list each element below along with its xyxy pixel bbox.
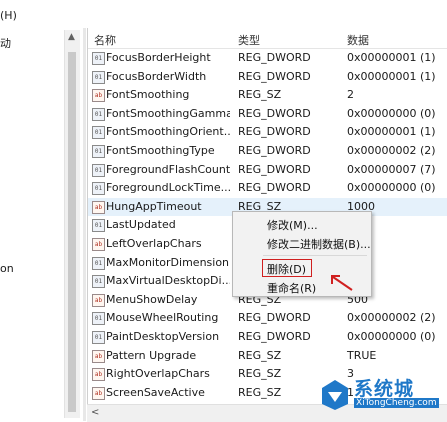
- row-type: REG_DWORD: [238, 181, 311, 195]
- row-name: ForegroundLockTime...: [106, 181, 230, 195]
- reg-binary-icon: 01: [92, 70, 105, 84]
- row-name: FontSmoothingGamma: [106, 106, 230, 120]
- row-type: REG_SZ: [238, 88, 282, 102]
- reg-binary-icon: 01: [92, 52, 105, 65]
- row-name: FocusBorderWidth: [106, 69, 207, 83]
- column-header-name[interactable]: 名称: [94, 32, 116, 48]
- table-row[interactable]: 01 ForegroundLockTime... REG_DWORD 0x000000…: [88, 179, 447, 197]
- table-row[interactable]: 01 FontSmoothingGamma REG_DWORD 0x00000000 …: [88, 105, 447, 123]
- reg-binary-icon: 01: [92, 219, 105, 233]
- table-row[interactable]: 01 FontSmoothingOrient... REG_DWORD 0x00000…: [88, 123, 447, 141]
- row-name: PaintDesktopVersion: [106, 330, 220, 343]
- table-row[interactable]: ab FontSmoothing REG_SZ 2: [88, 86, 447, 104]
- row-name: MenuShowDelay: [106, 292, 198, 306]
- row-name: HungAppTimeout: [106, 199, 202, 213]
- row-name: RightOverlapChars: [106, 367, 210, 381]
- row-name: FontSmoothingType: [106, 144, 215, 157]
- row-type: REG_DWORD: [238, 69, 311, 83]
- row-type: REG_DWORD: [238, 125, 311, 139]
- row-type: REG_DWORD: [238, 144, 311, 157]
- tree-item-label[interactable]: 动: [0, 35, 11, 51]
- row-name: LastUpdated: [106, 218, 176, 232]
- tree-item-label[interactable]: on: [0, 262, 14, 275]
- row-name: MaxVirtualDesktopDi...: [106, 274, 230, 288]
- watermark-logo-icon: [322, 380, 348, 410]
- watermark-brand: 系统城: [354, 378, 415, 400]
- row-name: MaxMonitorDimension: [106, 255, 230, 269]
- table-row[interactable]: ab Pattern Upgrade REG_SZ TRUE: [88, 347, 447, 365]
- reg-binary-icon: 01: [92, 163, 105, 177]
- menu-separator: [263, 255, 367, 256]
- table-row[interactable]: 01 ForegroundFlashCount REG_DWORD 0x0000000…: [88, 161, 447, 179]
- row-type: REG_SZ: [238, 367, 282, 381]
- menu-item-delete[interactable]: 删除(D): [267, 261, 306, 277]
- row-name: ScreenSaveActive: [106, 385, 205, 399]
- reg-string-icon: ab: [92, 349, 105, 363]
- reg-binary-icon: 01: [92, 107, 105, 121]
- reg-binary-icon: 01: [92, 275, 105, 289]
- menu-item-modify[interactable]: 修改(M)...: [267, 217, 318, 233]
- reg-binary-icon: 01: [92, 256, 105, 270]
- reg-string-icon: ab: [92, 89, 105, 103]
- reg-string-icon: ab: [92, 293, 105, 307]
- table-row[interactable]: 01 FontSmoothingType REG_DWORD 0x00000002 (…: [88, 142, 447, 160]
- table-row[interactable]: 01 MouseWheelRouting REG_DWORD 0x00000002 (…: [88, 309, 447, 327]
- tree-scrollbar[interactable]: ▲: [64, 30, 80, 418]
- row-data: 0x00000002 (2): [347, 144, 436, 157]
- row-data: 0x00000000 (0): [347, 181, 436, 195]
- row-type: REG_DWORD: [238, 106, 311, 120]
- row-name: FontSmoothingOrient...: [106, 125, 230, 139]
- watermark: 系统城 XiTongCheng.com: [318, 376, 446, 420]
- row-name: MouseWheelRouting: [106, 311, 219, 325]
- reg-binary-icon: 01: [92, 182, 105, 196]
- row-type: REG_DWORD: [238, 311, 311, 325]
- row-name: LeftOverlapChars: [106, 237, 202, 250]
- table-row[interactable]: 01 FocusBorderWidth REG_DWORD 0x00000001 (1…: [88, 68, 447, 86]
- row-name: FocusBorderHeight: [106, 51, 211, 64]
- list-header: 名称 类型 数据: [88, 28, 447, 49]
- reg-string-icon: ab: [92, 238, 105, 251]
- row-type: REG_DWORD: [238, 330, 311, 343]
- menu-item-help[interactable]: (H): [0, 9, 17, 22]
- reg-binary-icon: 01: [92, 331, 105, 344]
- row-name: FontSmoothing: [106, 88, 190, 102]
- table-row[interactable]: 01 FocusBorderHeight REG_DWORD 0x00000001 (…: [88, 49, 447, 67]
- row-name: Pattern Upgrade: [106, 348, 197, 362]
- row-type: REG_SZ: [238, 385, 282, 399]
- reg-string-icon: ab: [92, 386, 105, 400]
- menu-item-rename[interactable]: 重命名(R): [267, 280, 316, 296]
- scroll-left-icon[interactable]: <: [91, 407, 99, 418]
- row-data: 0x00000000 (0): [347, 106, 436, 120]
- row-data: 0x00000001 (1): [347, 69, 436, 83]
- row-data: 0x00000002 (2): [347, 311, 436, 325]
- row-name: ForegroundFlashCount: [106, 162, 230, 176]
- reg-string-icon: ab: [92, 368, 105, 382]
- reg-binary-icon: 01: [92, 312, 105, 326]
- row-data: 0x00000001 (1): [347, 51, 436, 64]
- row-data: 0x00000000 (0): [347, 330, 436, 343]
- watermark-site: XiTongCheng.com: [354, 398, 439, 408]
- row-data: TRUE: [347, 348, 377, 362]
- menu-item-modify-binary[interactable]: 修改二进制数据(B)...: [267, 236, 371, 252]
- pane-splitter[interactable]: [83, 28, 86, 421]
- row-type: REG_SZ: [238, 348, 282, 362]
- column-header-data[interactable]: 数据: [347, 32, 369, 48]
- reg-binary-icon: 01: [92, 126, 105, 140]
- reg-string-icon: ab: [92, 200, 105, 214]
- row-data: 0x00000007 (7): [347, 162, 436, 176]
- reg-binary-icon: 01: [92, 145, 105, 158]
- scroll-up-icon[interactable]: ▲: [68, 32, 75, 42]
- row-data: 0x00000001 (1): [347, 125, 436, 139]
- row-type: REG_DWORD: [238, 162, 311, 176]
- scroll-thumb[interactable]: [68, 52, 76, 412]
- row-data: 2: [347, 88, 354, 102]
- pointer-arrow-icon: [331, 275, 353, 291]
- column-header-type[interactable]: 类型: [238, 32, 260, 48]
- row-type: REG_DWORD: [238, 51, 311, 64]
- table-row[interactable]: 01 PaintDesktopVersion REG_DWORD 0x00000000…: [88, 328, 447, 346]
- menu-bar: (H): [0, 0, 447, 28]
